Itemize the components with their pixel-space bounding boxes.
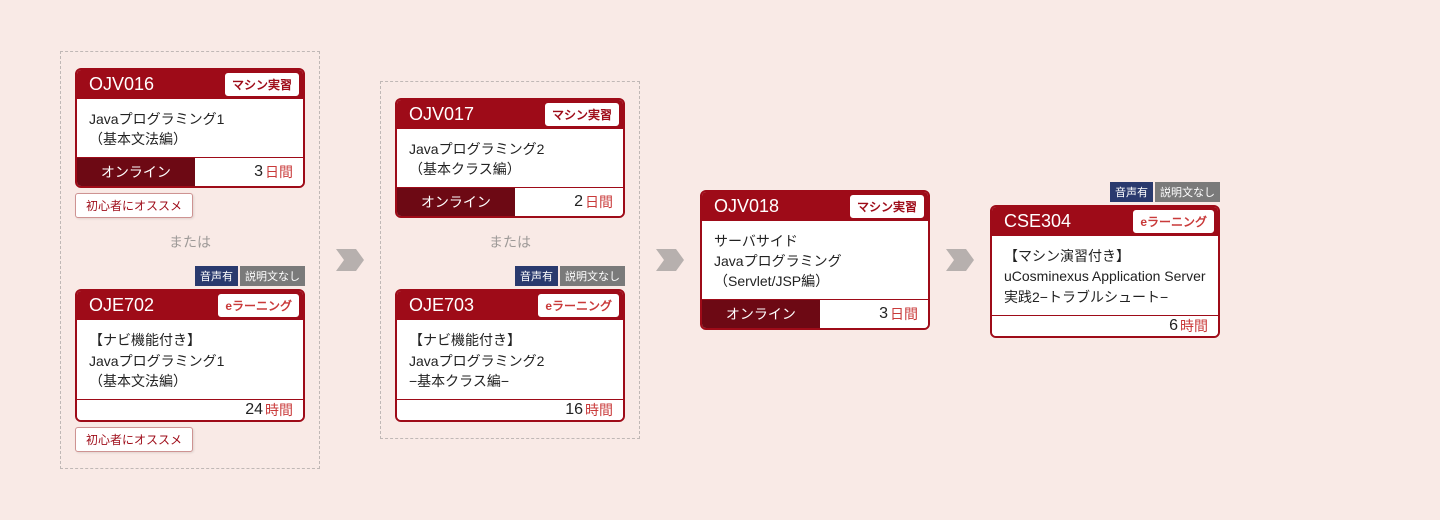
group-1: OJV016 マシン実習 Javaプログラミング1（基本文法編） オンライン 3… <box>60 51 320 469</box>
duration: 2 日間 <box>515 188 623 216</box>
duration: 6 時間 <box>992 316 1218 336</box>
badge-elearn: eラーニング <box>1133 210 1214 233</box>
course-ojv018-wrap: OJV018 マシン実習 サーバサイドJavaプログラミング（Servlet/J… <box>700 190 930 331</box>
course-cse304-wrap: 音声有 説明文なし CSE304 eラーニング 【マシン演習付き】uCosmin… <box>990 182 1220 338</box>
course-card-oje703[interactable]: OJE703 eラーニング 【ナビ機能付き】Javaプログラミング2−基本クラス… <box>395 289 625 422</box>
course-card-ojv018[interactable]: OJV018 マシン実習 サーバサイドJavaプログラミング（Servlet/J… <box>700 190 930 331</box>
badge-elearn: eラーニング <box>218 294 299 317</box>
or-label: または <box>169 232 211 252</box>
badge-machine: マシン実習 <box>225 73 299 96</box>
course-title: 【ナビ機能付き】Javaプログラミング2−基本クラス編− <box>397 320 623 399</box>
card-header: OJV018 マシン実習 <box>702 192 928 221</box>
card-footer: 16 時間 <box>397 399 623 420</box>
duration: 3 日間 <box>820 300 928 328</box>
badge-machine: マシン実習 <box>850 195 924 218</box>
duration: 16 時間 <box>397 400 623 420</box>
audio-tag: 音声有 説明文なし <box>195 266 305 286</box>
card-header: CSE304 eラーニング <box>992 207 1218 236</box>
card-footer: オンライン 3 日間 <box>702 299 928 328</box>
arrow-icon <box>336 249 364 271</box>
course-title: Javaプログラミング2（基本クラス編） <box>397 129 623 188</box>
badge-elearn: eラーニング <box>538 294 619 317</box>
course-card-ojv017[interactable]: OJV017 マシン実習 Javaプログラミング2（基本クラス編） オンライン … <box>395 98 625 219</box>
arrow-icon <box>946 249 974 271</box>
course-title: Javaプログラミング1（基本文法編） <box>77 99 303 158</box>
course-code: OJE703 <box>401 295 474 316</box>
card-footer: オンライン 2 日間 <box>397 187 623 216</box>
arrow-icon <box>656 249 684 271</box>
course-card-cse304[interactable]: CSE304 eラーニング 【マシン演習付き】uCosminexus Appli… <box>990 205 1220 338</box>
audio-tag: 音声有 説明文なし <box>1110 182 1220 202</box>
card-footer: 6 時間 <box>992 315 1218 336</box>
course-title: サーバサイドJavaプログラミング（Servlet/JSP編） <box>702 221 928 300</box>
course-card-ojv016[interactable]: OJV016 マシン実習 Javaプログラミング1（基本文法編） オンライン 3… <box>75 68 305 189</box>
course-title: 【ナビ機能付き】Javaプログラミング1（基本文法編） <box>77 320 303 399</box>
course-code: CSE304 <box>996 211 1071 232</box>
course-ojv016-wrap: OJV016 マシン実習 Javaプログラミング1（基本文法編） オンライン 3… <box>75 68 305 219</box>
course-code: OJV016 <box>81 74 154 95</box>
card-header: OJE702 eラーニング <box>77 291 303 320</box>
duration: 3 日間 <box>195 158 303 186</box>
mode-online: オンライン <box>397 188 515 216</box>
course-code: OJV018 <box>706 196 779 217</box>
mode-online: オンライン <box>77 158 195 186</box>
course-oje703-wrap: 音声有 説明文なし OJE703 eラーニング 【ナビ機能付き】Javaプログラ… <box>395 266 625 422</box>
or-label: または <box>489 232 531 252</box>
course-code: OJV017 <box>401 104 474 125</box>
course-card-oje702[interactable]: OJE702 eラーニング 【ナビ機能付き】Javaプログラミング1（基本文法編… <box>75 289 305 422</box>
course-ojv017-wrap: OJV017 マシン実習 Javaプログラミング2（基本クラス編） オンライン … <box>395 98 625 219</box>
card-header: OJV016 マシン実習 <box>77 70 303 99</box>
card-footer: 24 時間 <box>77 399 303 420</box>
course-oje702-wrap: 音声有 説明文なし OJE702 eラーニング 【ナビ機能付き】Javaプログラ… <box>75 266 305 452</box>
recommend-tag: 初心者にオススメ <box>75 427 193 452</box>
card-footer: オンライン 3 日間 <box>77 157 303 186</box>
card-header: OJV017 マシン実習 <box>397 100 623 129</box>
mode-online: オンライン <box>702 300 820 328</box>
duration: 24 時間 <box>77 400 303 420</box>
course-code: OJE702 <box>81 295 154 316</box>
course-title: 【マシン演習付き】uCosminexus Application Server実… <box>992 236 1218 315</box>
recommend-tag: 初心者にオススメ <box>75 193 193 218</box>
audio-tag: 音声有 説明文なし <box>515 266 625 286</box>
badge-machine: マシン実習 <box>545 103 619 126</box>
group-2: OJV017 マシン実習 Javaプログラミング2（基本クラス編） オンライン … <box>380 81 640 439</box>
card-header: OJE703 eラーニング <box>397 291 623 320</box>
course-flow: OJV016 マシン実習 Javaプログラミング1（基本文法編） オンライン 3… <box>60 51 1220 469</box>
